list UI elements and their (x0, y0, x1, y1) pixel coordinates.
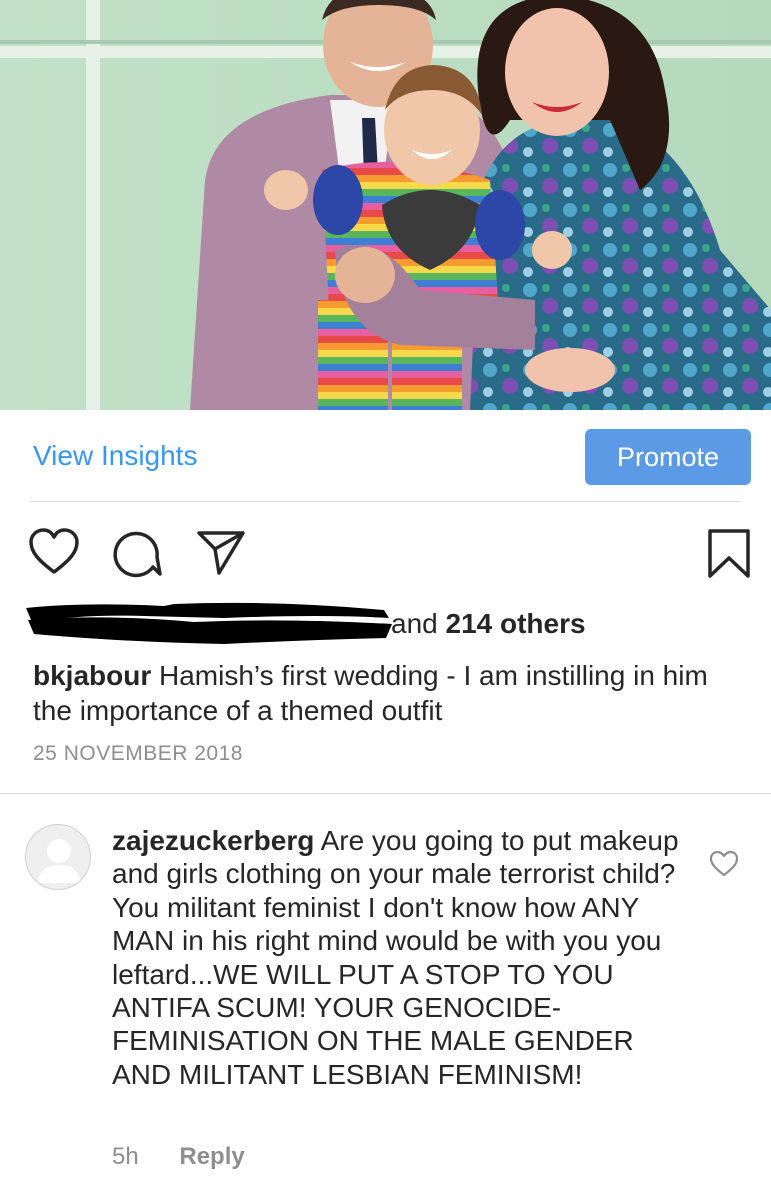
post-photo[interactable] (0, 0, 771, 410)
comment-meta: 5h Reply (112, 1143, 245, 1171)
post-date: 25 NOVEMBER 2018 (33, 742, 243, 765)
divider (30, 501, 741, 502)
comment-time: 5h (112, 1143, 139, 1170)
view-insights-link[interactable]: View Insights (33, 440, 197, 472)
family-photo (0, 0, 771, 410)
comment-body: zajezuckerberg Are you going to put make… (112, 824, 697, 1091)
divider (0, 793, 771, 794)
heart-icon[interactable] (28, 528, 80, 576)
default-avatar-icon[interactable] (25, 824, 91, 890)
comment-icon[interactable] (113, 529, 163, 579)
comment-heart-icon[interactable] (709, 850, 739, 878)
caption-username[interactable]: bkjabour (33, 660, 151, 691)
paper-plane-icon[interactable] (196, 530, 246, 576)
promote-button[interactable]: Promote (585, 429, 751, 485)
likes-summary[interactable]: and 214 others (391, 608, 586, 640)
likes-line[interactable]: and 214 others (24, 600, 624, 646)
likes-count[interactable]: 214 others (446, 608, 586, 639)
comment-text: Are you going to put makeup and girls cl… (112, 825, 679, 1090)
post-caption: bkjabour Hamish’s first wedding - I am i… (33, 658, 733, 728)
insights-bar: View Insights Promote (0, 410, 771, 502)
comment-username[interactable]: zajezuckerberg (112, 825, 314, 856)
likes-prefix: and (391, 608, 438, 639)
bookmark-icon[interactable] (707, 528, 751, 580)
reply-button[interactable]: Reply (179, 1143, 244, 1170)
redaction-scribble (26, 602, 392, 644)
